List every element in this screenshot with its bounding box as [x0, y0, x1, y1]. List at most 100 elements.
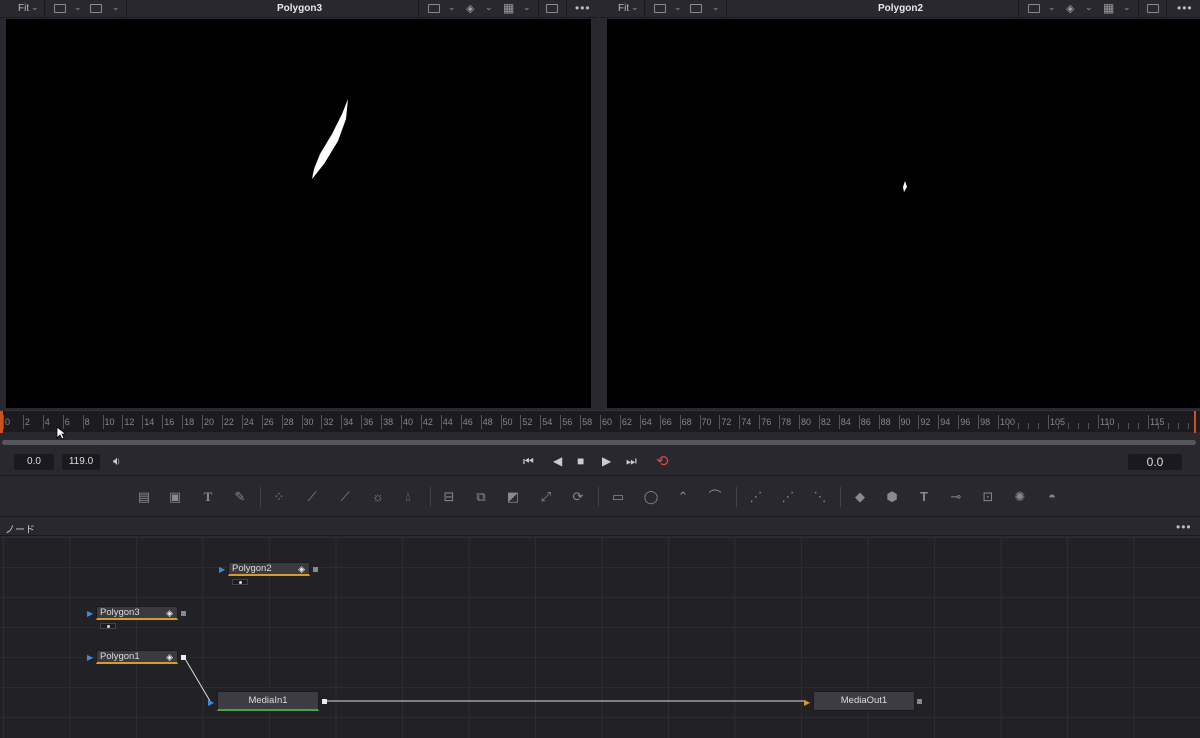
particles-tool-icon[interactable]: ⁘: [270, 489, 288, 505]
node-mediain1[interactable]: MediaIn1: [217, 691, 319, 711]
chevron-down-icon[interactable]: ⌄: [1048, 2, 1056, 13]
layout-icon[interactable]: [1028, 4, 1040, 13]
node-output-port[interactable]: [322, 699, 327, 704]
ruler-tick-label: 22: [223, 417, 234, 427]
ruler-tick: [918, 415, 920, 429]
mask-input-port[interactable]: [100, 623, 116, 629]
transform-tool-icon[interactable]: ⟳: [569, 489, 587, 505]
node-input-icon[interactable]: ▶: [219, 565, 225, 574]
current-time-field[interactable]: 0.0: [1128, 454, 1182, 470]
end-marker[interactable]: [1194, 411, 1196, 433]
camera-tracker-icon[interactable]: ⋱: [811, 489, 829, 505]
chevron-down-icon[interactable]: ⌄: [31, 2, 39, 13]
ruler-tick-label: 88: [880, 417, 891, 427]
ruler-minor-tick: [1078, 423, 1079, 429]
paint-tool-icon[interactable]: ✎: [231, 489, 249, 505]
image-plane-3d-icon[interactable]: ◆: [851, 489, 869, 505]
chevron-down-icon[interactable]: ⌄: [523, 2, 531, 13]
fullscreen-icon[interactable]: [546, 4, 558, 13]
more-options-icon[interactable]: •••: [575, 1, 591, 15]
merge-tool-icon[interactable]: ▣: [166, 489, 184, 505]
divider: [726, 0, 727, 18]
more-options-icon[interactable]: •••: [1176, 520, 1192, 534]
saver-tool-icon[interactable]: ⧉: [472, 489, 490, 505]
node-input-icon[interactable]: ▶: [87, 609, 93, 618]
rectangle-mask-icon[interactable]: ▭: [609, 489, 627, 505]
color-corrector-tool-icon[interactable]: ⟋: [336, 489, 354, 505]
color-icon[interactable]: ◈: [1066, 2, 1074, 15]
shape-3d-icon[interactable]: ⬢: [883, 489, 901, 505]
brightness-tool-icon[interactable]: ☼: [369, 489, 387, 505]
go-to-end-button[interactable]: ⏭︎: [626, 454, 637, 469]
node-input-icon[interactable]: ▶: [87, 653, 93, 662]
chevron-down-icon[interactable]: ⌄: [112, 2, 120, 13]
node-mediaout1[interactable]: MediaOut1: [813, 691, 915, 711]
node-input-icon[interactable]: ▶: [208, 698, 214, 707]
text-3d-icon[interactable]: T: [915, 489, 933, 505]
ruler-tick: [202, 415, 203, 429]
roi-icon[interactable]: [90, 4, 102, 13]
node-input-icon[interactable]: ▶: [804, 698, 810, 707]
chevron-down-icon[interactable]: ⌄: [674, 2, 682, 13]
node-output-port[interactable]: [181, 655, 186, 660]
time-scrub-bar[interactable]: [2, 440, 1196, 445]
right-fit-dropdown[interactable]: Fit: [618, 3, 629, 14]
grid-icon[interactable]: ▦: [503, 1, 514, 15]
divider: [418, 0, 419, 18]
channel-icon[interactable]: [54, 4, 66, 13]
planar-tracker-icon[interactable]: ⋰: [779, 489, 797, 505]
camera-3d-icon[interactable]: ⊡: [979, 489, 997, 505]
loader-tool-icon[interactable]: ⊟: [440, 489, 458, 505]
left-fit-dropdown[interactable]: Fit: [18, 3, 29, 14]
node-editor[interactable]: ▶ Polygon2 ◈ ▶ Polygon3 ◈ ▶ Polygon1 ◈ ▶…: [0, 537, 1200, 738]
text-tool-icon[interactable]: T: [199, 489, 217, 505]
render-start-field[interactable]: 0.0: [14, 454, 54, 470]
play-button[interactable]: ▶: [602, 454, 611, 468]
bspline-mask-icon[interactable]: ⌒: [706, 489, 724, 505]
color-icon[interactable]: ◈: [466, 2, 474, 15]
color-curves-tool-icon[interactable]: ⟋: [303, 489, 321, 505]
timeline-ruler[interactable]: 0 2 4 6 8 10 12 14 16 18 20 22 24 26 28 30 32 34 36 38 40 42 4…: [0, 410, 1200, 433]
ellipse-mask-icon[interactable]: ◯: [642, 489, 660, 505]
chevron-down-icon[interactable]: ⌄: [631, 2, 639, 13]
node-polygon3[interactable]: Polygon3 ◈: [96, 606, 178, 620]
node-polygon2[interactable]: Polygon2 ◈: [228, 562, 310, 576]
go-to-start-button[interactable]: ⏮︎: [523, 454, 534, 469]
ruler-tick: [401, 415, 402, 429]
background-tool-icon[interactable]: ▤: [135, 489, 153, 505]
render-end-field[interactable]: 119.0: [62, 454, 100, 470]
resize-tool-icon[interactable]: ⤢: [537, 489, 555, 505]
roi-icon[interactable]: [690, 4, 702, 13]
chevron-down-icon[interactable]: ⌄: [448, 2, 456, 13]
grid-icon[interactable]: ▦: [1103, 1, 1114, 15]
chevron-down-icon[interactable]: ⌄: [485, 2, 493, 13]
chevron-down-icon[interactable]: ⌄: [712, 2, 720, 13]
right-viewer-canvas[interactable]: [607, 19, 1200, 408]
merge-3d-icon[interactable]: ⊸: [947, 489, 965, 505]
matte-control-tool-icon[interactable]: ◩: [504, 489, 522, 505]
stop-button[interactable]: ■: [577, 454, 584, 468]
node-output-port[interactable]: [917, 699, 922, 704]
node-polygon1[interactable]: Polygon1 ◈: [96, 650, 178, 664]
chevron-down-icon[interactable]: ⌄: [1123, 2, 1131, 13]
fullscreen-icon[interactable]: [1147, 4, 1159, 13]
audio-icon[interactable]: 🔉︎: [113, 454, 121, 469]
renderer-3d-icon[interactable]: ◓: [1043, 489, 1061, 505]
viewer-splitter[interactable]: [591, 19, 607, 408]
chevron-down-icon[interactable]: ⌄: [74, 2, 82, 13]
mask-input-port[interactable]: [232, 579, 248, 585]
layout-icon[interactable]: [428, 4, 440, 13]
polygon-mask-icon[interactable]: ⌃: [674, 489, 692, 505]
loop-icon[interactable]: ⟲: [656, 452, 669, 470]
left-viewer-canvas[interactable]: [6, 19, 591, 408]
blur-tool-icon[interactable]: 💧︎: [399, 489, 417, 505]
node-output-port[interactable]: [313, 567, 318, 572]
chevron-down-icon[interactable]: ⌄: [1085, 2, 1093, 13]
light-3d-icon[interactable]: ✺: [1011, 489, 1029, 505]
more-options-icon[interactable]: •••: [1177, 1, 1193, 15]
node-output-port[interactable]: [181, 611, 186, 616]
ruler-minor-tick: [1108, 423, 1109, 429]
channel-icon[interactable]: [654, 4, 666, 13]
step-back-button[interactable]: ◀: [553, 454, 562, 468]
tracker-tool-icon[interactable]: ⋰: [747, 489, 765, 505]
